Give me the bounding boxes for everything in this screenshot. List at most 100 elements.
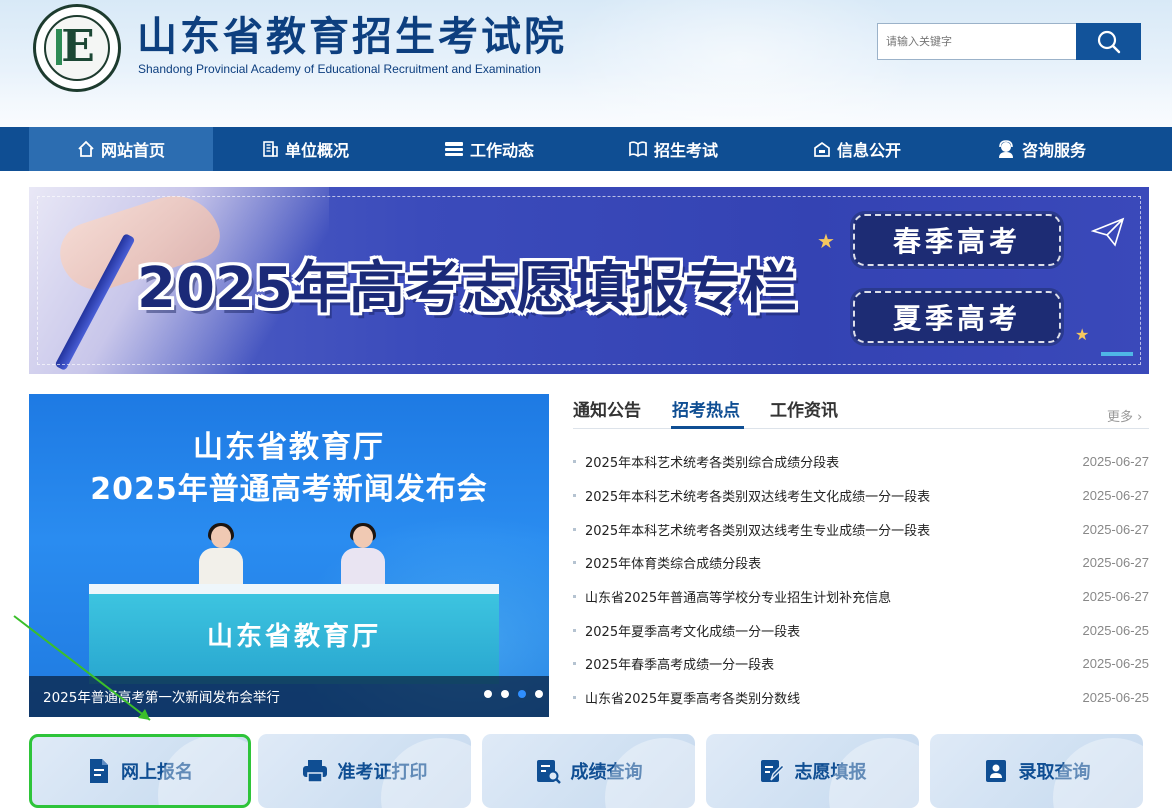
volunteer-fill-button[interactable]: 志愿填报 <box>706 734 919 808</box>
quick-link-label: 准考证打印 <box>337 762 428 783</box>
logo-letter: E <box>61 21 95 72</box>
news-tabs: 通知公告 招考热点 工作资讯 <box>573 393 1149 429</box>
admission-query-button[interactable]: 录取查询 <box>930 734 1143 808</box>
header-decoration <box>0 70 1172 127</box>
news-title[interactable]: 2025年春季高考成绩一分一段表 <box>585 654 1083 673</box>
star-icon: ★ <box>817 229 835 253</box>
bullet-icon <box>573 527 576 531</box>
nav-item-label: 单位概况 <box>284 141 349 160</box>
nav-item-news[interactable]: 工作动态 <box>397 127 581 171</box>
quick-link-label: 网上报名 <box>121 762 193 783</box>
news-item[interactable]: 2025年本科艺术统考各类别双达线考生专业成绩一分一段表 2025-06-27 <box>573 512 1149 546</box>
news-title[interactable]: 2025年体育类综合成绩分段表 <box>585 553 1083 572</box>
news-item[interactable]: 山东省2025年普通高等学校分专业招生计划补充信息 2025-06-27 <box>573 580 1149 614</box>
summer-exam-button[interactable]: 夏季高考 <box>853 291 1061 343</box>
slider-dot-active[interactable] <box>518 690 526 698</box>
main-nav: 网站首页 单位概况 工作动态 招生考试 信息公开 咨询服务 <box>0 127 1172 171</box>
nav-item-label: 工作动态 <box>469 141 534 160</box>
speaker-figure <box>341 523 385 588</box>
site-title: 山东省教育招生考试院 <box>137 14 567 60</box>
quick-link-label: 志愿填报 <box>794 762 867 783</box>
building-icon <box>263 141 278 157</box>
nav-item-consult[interactable]: 咨询服务 <box>949 127 1133 171</box>
score-search-icon <box>536 760 561 784</box>
news-title[interactable]: 2025年本科艺术统考各类别综合成绩分段表 <box>585 452 1083 471</box>
news-date: 2025-06-27 <box>1082 488 1150 504</box>
news-date: 2025-06-27 <box>1082 521 1150 537</box>
consult-icon <box>998 140 1013 158</box>
slider-dot[interactable] <box>535 690 543 698</box>
news-date: 2025-06-25 <box>1082 656 1150 672</box>
news-item[interactable]: 山东省2025年夏季高考各类别分数线 2025-06-25 <box>573 681 1149 715</box>
site-subtitle: Shandong Provincial Academy of Education… <box>138 62 541 76</box>
slider-dot[interactable] <box>501 690 509 698</box>
nav-item-label: 网站首页 <box>100 141 165 160</box>
banner-decoration <box>1101 352 1133 356</box>
star-icon: ★ <box>1075 325 1090 344</box>
home-icon <box>78 140 94 157</box>
news-title[interactable]: 山东省2025年普通高等学校分专业招生计划补充信息 <box>585 587 1083 606</box>
news-slider[interactable]: 山东省教育厅 2025年普通高考新闻发布会 山东省教育厅 <box>29 394 549 717</box>
quick-link-label: 成绩查询 <box>570 762 643 783</box>
news-date: 2025-06-25 <box>1082 690 1150 706</box>
book-icon <box>629 141 647 158</box>
quick-link-label: 录取查询 <box>1018 762 1091 783</box>
bullet-icon <box>573 696 576 700</box>
search-icon <box>1097 30 1120 53</box>
paper-plane-icon <box>1091 217 1125 247</box>
slider-dot[interactable] <box>484 690 492 698</box>
nav-item-label: 信息公开 <box>836 141 901 160</box>
nav-item-disclosure[interactable]: 信息公开 <box>765 127 949 171</box>
volunteer-banner[interactable]: 2025年高考志愿填报专栏 ★ ★ 春季高考 夏季高考 <box>29 187 1149 374</box>
printer-icon <box>302 760 327 783</box>
tab-notices[interactable]: 通知公告 <box>573 396 641 421</box>
admission-icon <box>985 760 1006 782</box>
news-title[interactable]: 2025年本科艺术统考各类别双达线考生文化成绩一分一段表 <box>585 486 1083 505</box>
news-list: 2025年本科艺术统考各类别综合成绩分段表 2025-06-27 2025年本科… <box>573 445 1149 715</box>
nav-item-overview[interactable]: 单位概况 <box>213 127 397 171</box>
score-query-button[interactable]: 成绩查询 <box>482 734 695 808</box>
news-item[interactable]: 2025年春季高考成绩一分一段表 2025-06-25 <box>573 647 1149 681</box>
news-item[interactable]: 2025年本科艺术统考各类别综合成绩分段表 2025-06-27 <box>573 445 1149 479</box>
bullet-icon <box>573 628 576 632</box>
nav-item-exam[interactable]: 招生考试 <box>581 127 765 171</box>
site-logo[interactable]: E <box>33 4 121 92</box>
news-item[interactable]: 2025年夏季高考文化成绩一分一段表 2025-06-25 <box>573 613 1149 647</box>
nav-item-label: 咨询服务 <box>1021 141 1086 160</box>
news-item[interactable]: 2025年本科艺术统考各类别双达线考生文化成绩一分一段表 2025-06-27 <box>573 479 1149 513</box>
more-link[interactable]: 更多 › <box>1107 406 1142 425</box>
bullet-icon <box>573 662 576 666</box>
tab-hot-topics[interactable]: 招考热点 <box>672 396 740 421</box>
desk-banner-text: 山东省教育厅 <box>206 622 381 652</box>
admission-ticket-print-button[interactable]: 准考证打印 <box>258 734 471 808</box>
news-date: 2025-06-27 <box>1082 589 1150 605</box>
edit-form-icon <box>760 760 785 782</box>
news-date: 2025-06-25 <box>1082 622 1150 638</box>
online-registration-button[interactable]: 网上报名 <box>29 734 251 808</box>
spring-exam-button[interactable]: 春季高考 <box>853 214 1061 266</box>
tab-work-news[interactable]: 工作资讯 <box>770 396 838 421</box>
speaker-figure <box>199 523 243 588</box>
slide-title-line1: 山东省教育厅 <box>193 430 385 465</box>
chevron-right-icon: › <box>1137 410 1143 425</box>
slider-pagination <box>484 690 543 698</box>
active-tab-indicator <box>671 426 744 429</box>
info-icon <box>814 141 830 157</box>
registration-icon <box>90 759 108 783</box>
nav-item-label: 招生考试 <box>653 141 718 160</box>
news-title[interactable]: 2025年本科艺术统考各类别双达线考生专业成绩一分一段表 <box>585 520 1083 539</box>
search-button[interactable] <box>1076 23 1141 60</box>
news-item[interactable]: 2025年体育类综合成绩分段表 2025-06-27 <box>573 546 1149 580</box>
nav-item-home[interactable]: 网站首页 <box>29 127 213 171</box>
bullet-icon <box>573 460 576 464</box>
banner-headline: 2025年高考志愿填报专栏 <box>137 256 797 321</box>
news-date: 2025-06-27 <box>1082 555 1150 571</box>
slide-title-line2: 2025年普通高考新闻发布会 <box>90 472 488 507</box>
news-title[interactable]: 2025年夏季高考文化成绩一分一段表 <box>585 621 1083 640</box>
slide-caption[interactable]: 2025年普通高考第一次新闻发布会举行 <box>43 686 280 706</box>
news-title[interactable]: 山东省2025年夏季高考各类别分数线 <box>585 688 1083 707</box>
bullet-icon <box>573 561 576 565</box>
search-input[interactable] <box>877 23 1077 60</box>
news-icon <box>444 142 463 156</box>
more-label: 更多 <box>1107 410 1134 425</box>
